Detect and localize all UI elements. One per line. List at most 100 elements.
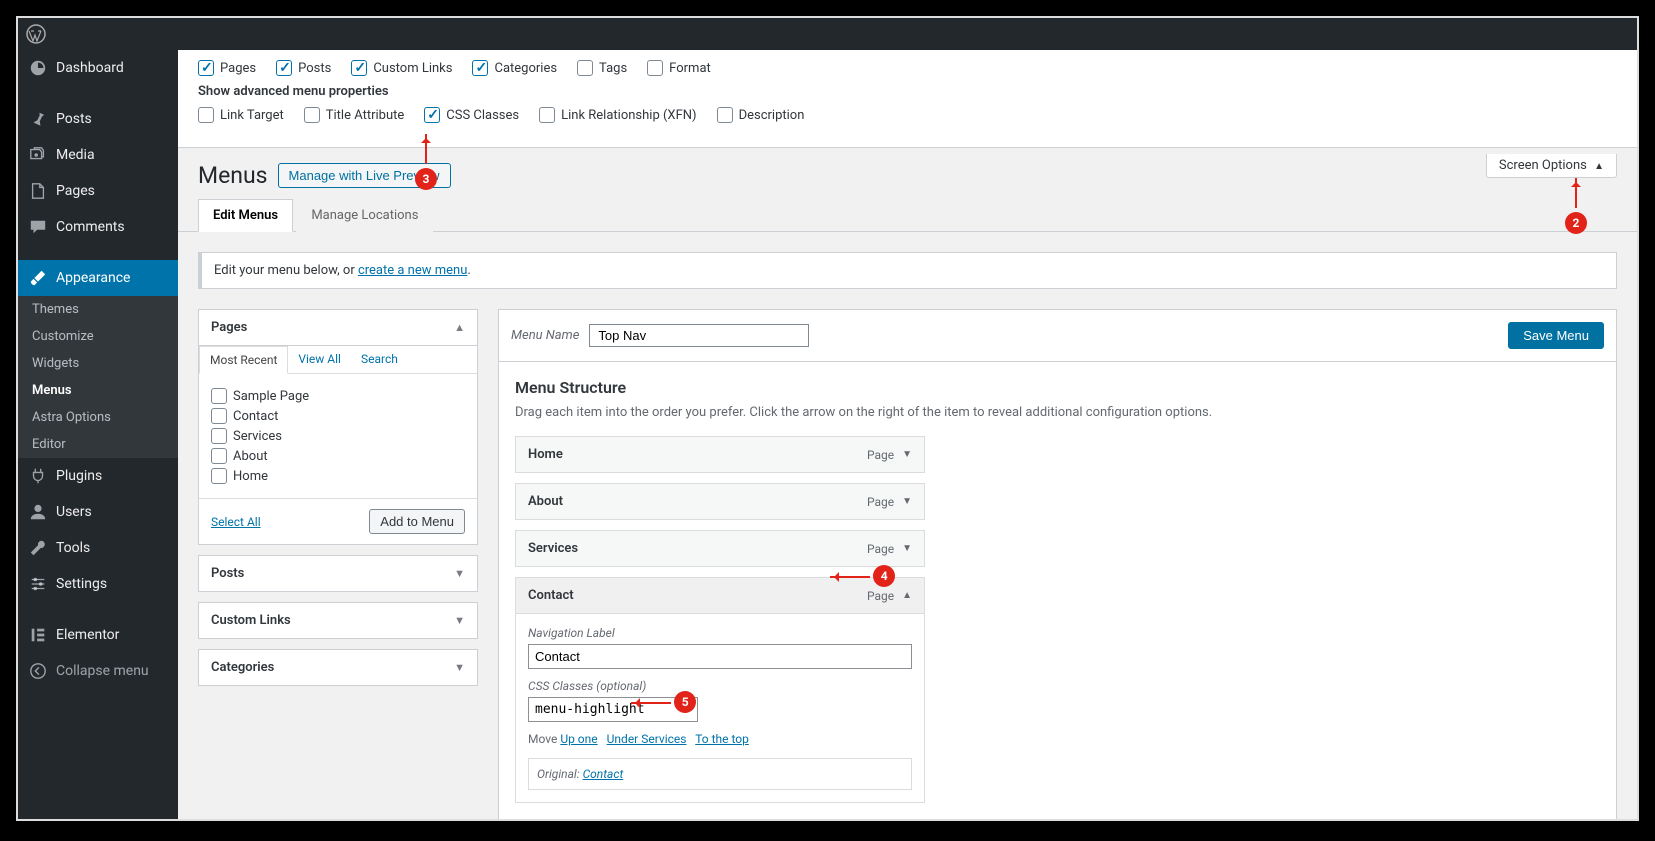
screen-option-custom-links[interactable]: Custom Links [351,60,452,76]
screen-option-format[interactable]: Format [647,60,711,76]
sidebar-sub-astra[interactable]: Astra Options [18,404,178,431]
sidebar-sub-customize[interactable]: Customize [18,323,178,350]
screen-option-title-attribute[interactable]: Title Attribute [304,107,405,123]
screen-option-link-relationship-(xfn)[interactable]: Link Relationship (XFN) [539,107,696,123]
menu-structure-help: Drag each item into the order you prefer… [515,405,1600,420]
caret-down-icon: ▼ [454,614,465,627]
screen-options-tab[interactable]: Screen Options ▲ [1486,154,1617,178]
checkbox[interactable] [211,448,227,464]
page-checkbox-home[interactable]: Home [211,468,465,484]
menu-item-header[interactable]: AboutPage▼ [516,484,924,519]
checkbox[interactable] [717,107,733,123]
checkbox[interactable] [276,60,292,76]
tab-manage-locations[interactable]: Manage Locations [296,199,433,232]
checkbox-label: Custom Links [373,61,452,76]
tab-edit-menus[interactable]: Edit Menus [198,199,293,232]
accordion-pages-header[interactable]: Pages ▲ [199,310,477,346]
media-icon [28,145,48,165]
sidebar-item-tools[interactable]: Tools [18,530,178,566]
sliders-icon [28,574,48,594]
accordion-customlinks-header[interactable]: Custom Links ▼ [199,603,477,638]
page-checkbox-contact[interactable]: Contact [211,408,465,424]
add-to-menu-button[interactable]: Add to Menu [369,509,465,534]
sidebar-item-dashboard[interactable]: Dashboard [18,50,178,86]
checkbox[interactable] [198,107,214,123]
checkbox[interactable] [211,428,227,444]
accordion-categories-header[interactable]: Categories ▼ [199,650,477,685]
sidebar-item-posts[interactable]: Posts [18,101,178,137]
page-checkbox-about[interactable]: About [211,448,465,464]
screen-option-pages[interactable]: Pages [198,60,256,76]
css-classes-input[interactable] [528,697,698,722]
sidebar-label: Appearance [56,270,130,286]
accordion-posts-header[interactable]: Posts ▼ [199,556,477,591]
wordpress-logo-icon[interactable] [26,24,46,44]
sidebar-sub-themes[interactable]: Themes [18,296,178,323]
checkbox[interactable] [424,107,440,123]
sidebar-item-plugins[interactable]: Plugins [18,458,178,494]
checkbox[interactable] [647,60,663,76]
sidebar-item-comments[interactable]: Comments [18,209,178,245]
manage-live-preview-button[interactable]: Manage with Live Preview [278,163,451,188]
nav-label-input[interactable] [528,644,912,669]
caret-down-icon: ▼ [902,543,912,554]
menu-item-header[interactable]: HomePage▼ [516,437,924,472]
sidebar-sub-menus[interactable]: Menus [18,377,178,404]
subtab-view-all[interactable]: View All [288,346,351,373]
sidebar-item-media[interactable]: Media [18,137,178,173]
menu-name-input[interactable] [589,324,809,347]
nav-tabs: Edit Menus Manage Locations [178,199,1637,232]
screen-option-css-classes[interactable]: CSS Classes [424,107,519,123]
menu-item-home: HomePage▼ [515,436,925,473]
checkbox[interactable] [351,60,367,76]
checkbox[interactable] [211,468,227,484]
sidebar-item-pages[interactable]: Pages [18,173,178,209]
checkbox[interactable] [211,408,227,424]
sidebar-label: Comments [56,219,125,235]
select-all-link[interactable]: Select All [211,515,261,529]
css-classes-label: CSS Classes (optional) [528,679,912,693]
checkbox[interactable] [304,107,320,123]
screen-option-posts[interactable]: Posts [276,60,331,76]
page-checkbox-sample-page[interactable]: Sample Page [211,388,465,404]
menu-item-header[interactable]: ServicesPage▼ [516,531,924,566]
checkbox-label: Pages [220,61,256,76]
menu-item-title: Services [528,541,578,556]
main-content: Pages Posts Custom Links Categories Tags Form… [178,50,1637,819]
screen-option-tags[interactable]: Tags [577,60,627,76]
original-link[interactable]: Contact [583,767,624,781]
checkbox[interactable] [472,60,488,76]
screen-option-categories[interactable]: Categories [472,60,557,76]
sidebar-sub-widgets[interactable]: Widgets [18,350,178,377]
screen-option-description[interactable]: Description [717,107,805,123]
collapse-menu-button[interactable]: Collapse menu [18,653,178,689]
menu-item-type: Page▲ [867,589,912,603]
sidebar-item-users[interactable]: Users [18,494,178,530]
move-link[interactable]: To the top [695,732,749,746]
screen-option-link-target[interactable]: Link Target [198,107,284,123]
accordion-title: Custom Links [211,613,291,628]
checkbox-label: Description [739,108,805,123]
sidebar-sub-editor[interactable]: Editor [18,431,178,458]
page-checkbox-services[interactable]: Services [211,428,465,444]
screen-options-tab-label: Screen Options [1499,158,1587,173]
accordion-categories: Categories ▼ [198,649,478,686]
wrench-icon [28,538,48,558]
caret-up-icon: ▲ [454,321,465,334]
checkbox-label: Format [669,61,711,76]
subtab-most-recent[interactable]: Most Recent [199,346,288,374]
subtab-search[interactable]: Search [351,346,408,373]
create-new-menu-link[interactable]: create a new menu [358,263,467,278]
checkbox[interactable] [539,107,555,123]
sidebar-item-appearance[interactable]: Appearance [18,260,178,296]
sidebar-item-elementor[interactable]: Elementor [18,617,178,653]
checkbox[interactable] [577,60,593,76]
sidebar-item-settings[interactable]: Settings [18,566,178,602]
move-link[interactable]: Up one [560,732,597,746]
checkbox[interactable] [198,60,214,76]
move-link[interactable]: Under Services [607,732,687,746]
menu-item-header[interactable]: ContactPage▲ [516,578,924,613]
checkbox[interactable] [211,388,227,404]
menu-item-type: Page▼ [867,495,912,509]
save-menu-button[interactable]: Save Menu [1508,322,1604,349]
